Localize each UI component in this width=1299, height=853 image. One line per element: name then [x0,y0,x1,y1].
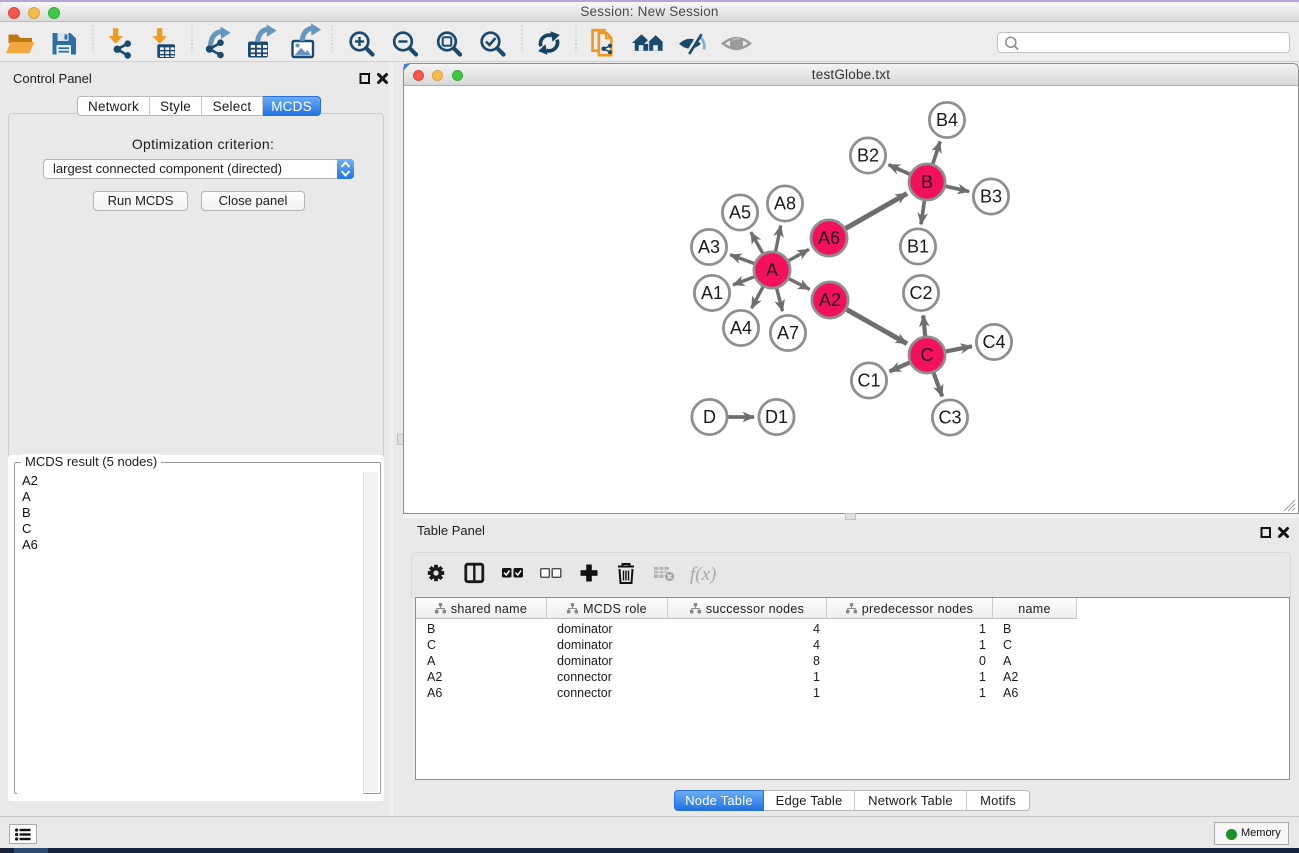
svg-text:A8: A8 [774,194,796,214]
svg-text:C1: C1 [857,371,880,391]
svg-text:A4: A4 [730,318,752,338]
svg-text:A1: A1 [701,283,723,303]
svg-text:B1: B1 [907,237,929,257]
svg-text:A7: A7 [777,323,799,343]
svg-text:C3: C3 [938,408,961,428]
svg-text:f(x): f(x) [690,564,716,585]
svg-text:A2: A2 [819,290,841,310]
svg-text:B2: B2 [857,146,879,166]
svg-text:C2: C2 [909,283,932,303]
svg-text:D1: D1 [765,407,788,427]
svg-text:B: B [921,172,933,192]
svg-text:C: C [921,345,934,365]
svg-text:B4: B4 [936,110,958,130]
svg-text:A6: A6 [818,228,840,248]
svg-text:A3: A3 [698,237,720,257]
svg-text:D: D [703,407,716,427]
svg-text:A: A [766,260,778,280]
svg-text:C4: C4 [982,332,1005,352]
svg-text:A5: A5 [729,203,751,223]
svg-text:B3: B3 [980,187,1002,207]
